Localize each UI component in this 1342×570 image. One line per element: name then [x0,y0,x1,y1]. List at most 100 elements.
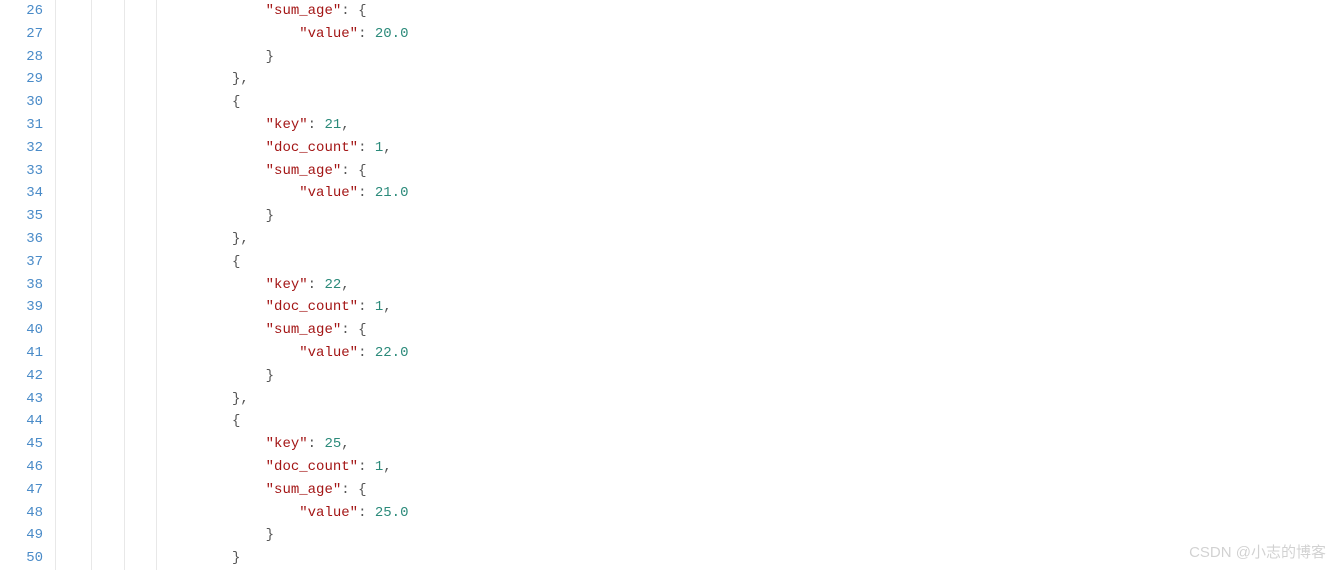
code-line[interactable]: "sum_age": { [64,160,1342,183]
token-punc: : [308,117,325,133]
code-editor: 2627282930313233343536373839404142434445… [0,0,1342,570]
code-line[interactable]: "key": 21, [64,114,1342,137]
line-number: 46 [0,456,43,479]
token-num: 22.0 [375,345,409,361]
code-line[interactable]: "doc_count": 1, [64,137,1342,160]
code-line[interactable]: "value": 25.0 [64,502,1342,525]
code-line[interactable]: "doc_count": 1, [64,456,1342,479]
token-str: "key" [266,436,308,452]
line-number: 37 [0,251,43,274]
line-number: 35 [0,205,43,228]
token-punc: : [358,459,375,475]
token-punc: { [232,94,240,110]
token-str: "key" [266,117,308,133]
line-number: 30 [0,91,43,114]
code-line[interactable]: { [64,251,1342,274]
line-number: 45 [0,433,43,456]
line-number: 40 [0,319,43,342]
token-str: "sum_age" [266,3,342,19]
token-str: "doc_count" [266,299,358,315]
token-punc: : [308,277,325,293]
token-punc: } [266,527,274,543]
token-str: "key" [266,277,308,293]
token-punc: : [308,436,325,452]
token-punc: } [266,368,274,384]
code-line[interactable]: "value": 20.0 [64,23,1342,46]
token-punc: : [358,185,375,201]
code-line[interactable]: } [64,365,1342,388]
line-number: 47 [0,479,43,502]
token-punc: : { [341,482,366,498]
token-num: 21.0 [375,185,409,201]
code-line[interactable]: } [64,524,1342,547]
token-punc: { [232,413,240,429]
line-number: 48 [0,502,43,525]
token-num: 21 [324,117,341,133]
token-punc: : [358,140,375,156]
token-punc: , [383,299,391,315]
line-number: 28 [0,46,43,69]
token-str: "value" [299,345,358,361]
code-line[interactable]: "sum_age": { [64,319,1342,342]
token-str: "value" [299,26,358,42]
line-number: 49 [0,524,43,547]
code-line[interactable]: "key": 25, [64,433,1342,456]
token-num: 20.0 [375,26,409,42]
line-number: 41 [0,342,43,365]
token-punc: } [266,208,274,224]
line-number: 33 [0,160,43,183]
token-str: "sum_age" [266,482,342,498]
code-line[interactable]: "sum_age": { [64,0,1342,23]
code-line[interactable]: }, [64,68,1342,91]
code-area[interactable]: "sum_age": { "value": 20.0 } }, { "key":… [56,0,1342,570]
code-line[interactable]: "value": 21.0 [64,182,1342,205]
token-punc: } [232,550,240,566]
token-num: 22 [324,277,341,293]
code-line[interactable]: "sum_age": { [64,479,1342,502]
token-punc: } [266,49,274,65]
line-number: 32 [0,137,43,160]
token-punc: : [358,505,375,521]
code-line[interactable]: }, [64,228,1342,251]
token-punc: , [383,140,391,156]
token-str: "doc_count" [266,140,358,156]
token-str: "value" [299,185,358,201]
line-number: 34 [0,182,43,205]
line-gutter: 2627282930313233343536373839404142434445… [0,0,56,570]
line-number: 38 [0,274,43,297]
code-line[interactable]: "value": 22.0 [64,342,1342,365]
token-punc: : [358,345,375,361]
line-number: 42 [0,365,43,388]
token-str: "sum_age" [266,322,342,338]
token-num: 25.0 [375,505,409,521]
token-punc: { [232,254,240,270]
token-punc: : [358,26,375,42]
code-line[interactable]: { [64,410,1342,433]
token-str: "sum_age" [266,163,342,179]
line-number: 31 [0,114,43,137]
line-number: 43 [0,388,43,411]
token-punc: : { [341,322,366,338]
code-line[interactable]: } [64,46,1342,69]
code-line[interactable]: } [64,205,1342,228]
code-line[interactable]: "doc_count": 1, [64,296,1342,319]
line-number: 39 [0,296,43,319]
token-punc: , [383,459,391,475]
line-number: 27 [0,23,43,46]
code-line[interactable]: } [64,547,1342,570]
token-punc: }, [232,71,249,87]
token-punc: }, [232,391,249,407]
code-line[interactable]: }, [64,388,1342,411]
code-line[interactable]: "key": 22, [64,274,1342,297]
line-number: 29 [0,68,43,91]
line-number: 36 [0,228,43,251]
code-line[interactable]: { [64,91,1342,114]
token-num: 25 [324,436,341,452]
token-punc: , [341,277,349,293]
token-punc: : { [341,3,366,19]
token-punc: }, [232,231,249,247]
token-punc: : { [341,163,366,179]
token-punc: , [341,436,349,452]
line-number: 26 [0,0,43,23]
token-str: "doc_count" [266,459,358,475]
